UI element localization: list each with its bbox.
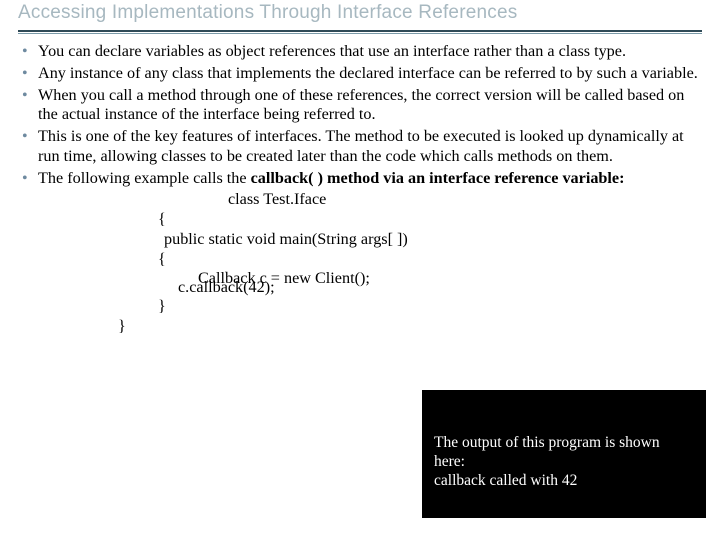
output-box: The output of this program is shown here…	[422, 390, 706, 518]
code-line-6: }	[18, 297, 702, 317]
bullet-list: You can declare variables as object refe…	[18, 42, 702, 188]
title-rule-top	[18, 30, 702, 32]
bullet-4-text: This is one of the key features of inter…	[38, 127, 684, 165]
output-line-3: callback called with 42	[434, 472, 696, 491]
code-overlap-container: Callback c = new Client(); c.callback(42…	[18, 269, 702, 291]
bullet-2-text: Any instance of any class that implement…	[38, 64, 698, 82]
bullet-5-prefix: The following example calls the	[38, 169, 251, 187]
code-line-2: {	[18, 210, 702, 230]
code-line-4: {	[18, 250, 702, 270]
title-rule-bottom	[18, 33, 702, 34]
bullet-3: When you call a method through one of th…	[20, 86, 702, 126]
code-line-3: public static void main(String args[ ])	[18, 230, 702, 250]
code-line-5b: c.callback(42);	[178, 278, 275, 297]
bullet-1-text: You can declare variables as object refe…	[38, 42, 626, 60]
bullet-1: You can declare variables as object refe…	[20, 42, 702, 62]
output-line-1: The output of this program is shown	[434, 434, 696, 453]
bullet-5-bold: callback( ) method via an interface refe…	[251, 169, 625, 187]
bullet-5: The following example calls the callback…	[20, 169, 702, 189]
slide-container: Accessing Implementations Through Interf…	[0, 0, 720, 540]
code-line-7: }	[18, 317, 702, 337]
output-line-2: here:	[434, 453, 696, 472]
bullet-2: Any instance of any class that implement…	[20, 64, 702, 84]
bullet-3-text: When you call a method through one of th…	[38, 86, 684, 124]
code-line-1: class Test.Iface	[18, 190, 702, 210]
slide-title: Accessing Implementations Through Interf…	[18, 0, 702, 30]
bullet-4: This is one of the key features of inter…	[20, 127, 702, 167]
